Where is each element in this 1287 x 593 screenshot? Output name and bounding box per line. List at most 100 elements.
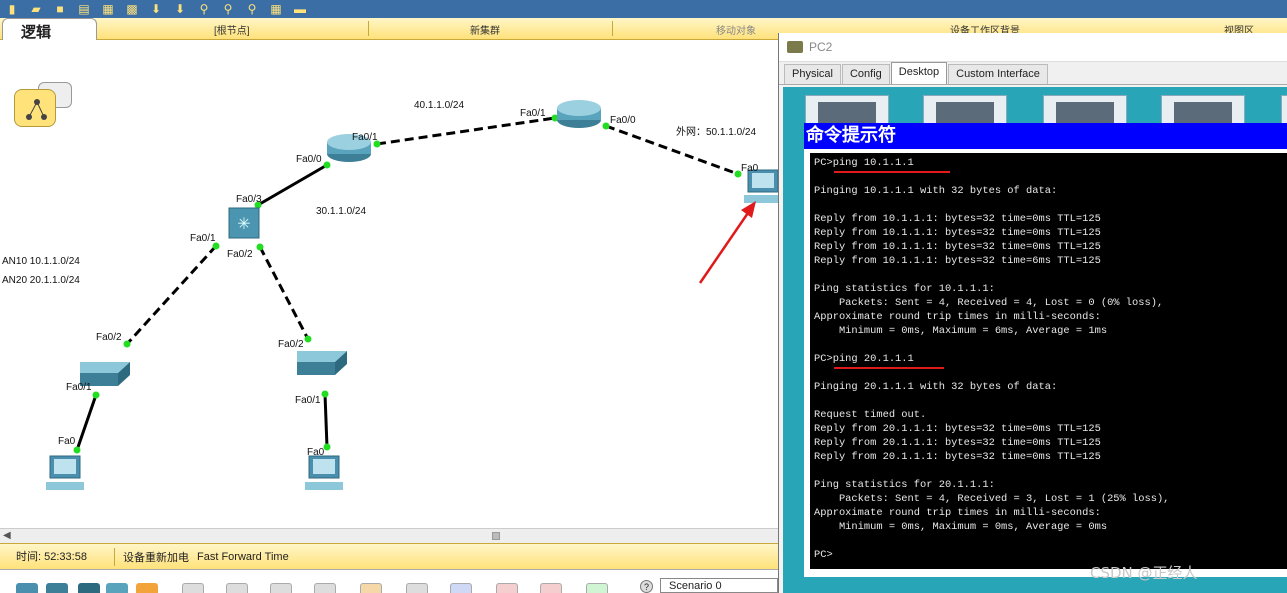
link-sw1-pc1 — [75, 394, 98, 451]
pc2-title: PC2 — [809, 40, 833, 54]
logical-tab[interactable]: 逻辑 — [2, 18, 97, 41]
port-label: Fa0/3 — [236, 194, 262, 205]
annotation-arrow-icon — [698, 201, 756, 284]
port-label: Fa0/1 — [66, 382, 92, 393]
router-core-icon — [557, 100, 601, 128]
zoom-in-icon[interactable]: ⚲ — [194, 1, 214, 17]
scroll-left-icon[interactable]: ◀ — [3, 530, 11, 541]
palette-icon[interactable]: ▦ — [266, 1, 286, 17]
topology-canvas[interactable]: ✳ 40.1.1.0/24 30.1.1.0/24 外网：50.1.1.0/24… — [0, 40, 778, 528]
pc-2-icon — [305, 455, 343, 490]
cmd-line: Ping statistics for 10.1.1.1: — [814, 283, 995, 295]
command-prompt-output[interactable]: PC>ping 10.1.1.1 Pinging 10.1.1.1 with 32… — [810, 153, 1287, 569]
zoom-out-icon[interactable]: ⚲ — [242, 1, 262, 17]
cmd-line: PC> — [814, 549, 833, 561]
horizontal-scrollbar[interactable]: ◀ — [0, 528, 778, 543]
pc2-window: PC2 Physical Config Desktop Custom Inter… — [778, 33, 1287, 593]
cmd-line: Reply from 10.1.1.1: bytes=32 time=0ms T… — [814, 241, 1101, 253]
pc-external-icon — [744, 169, 778, 203]
new-cluster-button[interactable]: 新集群 — [470, 22, 500, 37]
port-label: Fa0 — [307, 447, 325, 458]
desktop-app-icon[interactable] — [1281, 95, 1287, 125]
desktop-app-icon[interactable] — [923, 95, 1007, 125]
tab-custom-interface[interactable]: Custom Interface — [948, 64, 1048, 84]
help-icon[interactable]: ? — [640, 580, 653, 593]
network-info-icon[interactable]: ▩ — [122, 1, 142, 17]
cmd-line: Reply from 20.1.1.1: bytes=32 time=0ms T… — [814, 451, 1101, 463]
desktop-app-icon[interactable] — [1043, 95, 1127, 125]
cmd-line: Ping statistics for 20.1.1.1: — [814, 479, 995, 491]
device-slot-icon[interactable] — [314, 583, 336, 593]
network-30-label: 30.1.1.0/24 — [316, 206, 366, 217]
device-slot-icon[interactable] — [226, 583, 248, 593]
device-slot-icon[interactable] — [586, 583, 608, 593]
scenario-select[interactable]: Scenario 0 — [660, 578, 778, 593]
link-ml-switch-router — [257, 163, 328, 207]
vlan10-label: AN10 10.1.1.0/24 — [2, 256, 80, 267]
pc-1-icon — [46, 455, 84, 490]
link-ml-sw2 — [258, 246, 310, 340]
tab-config[interactable]: Config — [841, 64, 890, 84]
wireless-category-icon[interactable] — [106, 583, 128, 593]
pc-icon — [787, 41, 803, 53]
link-sw2-pc2 — [323, 393, 329, 448]
port-label: Fa0/2 — [278, 339, 304, 350]
switches-category-icon[interactable] — [46, 583, 68, 593]
device-slot-icon[interactable] — [406, 583, 428, 593]
cmd-line: Packets: Sent = 4, Received = 4, Lost = … — [814, 297, 1164, 309]
cmd-line: Packets: Sent = 4, Received = 3, Lost = … — [814, 493, 1170, 505]
fast-forward-button[interactable]: Fast Forward Time — [189, 551, 289, 563]
scroll-thumb[interactable] — [492, 532, 500, 540]
save-icon[interactable]: ■ — [50, 1, 70, 17]
logical-view-icon[interactable] — [14, 89, 56, 127]
cmd-line: Request timed out. — [814, 409, 927, 421]
new-file-icon[interactable]: ▮ — [2, 1, 22, 17]
device-slot-icon[interactable] — [270, 583, 292, 593]
device-slot-icon[interactable] — [540, 583, 562, 593]
multilayer-switch-icon: ✳ — [228, 207, 260, 239]
desktop-app-icon[interactable] — [805, 95, 889, 125]
cmd-line: Approximate round trip times in milli-se… — [814, 311, 1101, 323]
port-label: Fa0/2 — [96, 332, 122, 343]
device-slot-icon[interactable] — [360, 583, 382, 593]
port-label: Fa0/1 — [190, 233, 216, 244]
device-slot-icon[interactable] — [450, 583, 472, 593]
tab-desktop[interactable]: Desktop — [890, 62, 948, 84]
paste-icon[interactable]: ⬇ — [170, 1, 190, 17]
device-slot-icon[interactable] — [496, 583, 518, 593]
port-label: Fa0/1 — [520, 108, 546, 119]
cmd-line — [814, 534, 1287, 548]
port-label: Fa0/0 — [296, 154, 322, 165]
svg-text:✳: ✳ — [237, 216, 250, 233]
custom-device-icon[interactable]: ▬ — [290, 1, 310, 17]
cmd-line: Reply from 10.1.1.1: bytes=32 time=0ms T… — [814, 213, 1101, 225]
zoom-reset-icon[interactable]: ⚲ — [218, 1, 238, 17]
power-cycle-button[interactable]: 设备重新加电 — [115, 549, 189, 565]
print-icon[interactable]: ▤ — [74, 1, 94, 17]
status-bar: 时间: 52:33:58 设备重新加电 Fast Forward Time — [0, 543, 778, 569]
vlan20-label: AN20 20.1.1.0/24 — [2, 275, 80, 286]
network-40-label: 40.1.1.0/24 — [414, 100, 464, 111]
hubs-category-icon[interactable] — [78, 583, 100, 593]
connections-category-icon[interactable] — [136, 583, 158, 593]
activity-wizard-icon[interactable]: ▦ — [98, 1, 118, 17]
cmd-line: Reply from 10.1.1.1: bytes=32 time=6ms T… — [814, 255, 1101, 267]
desktop-app-icon[interactable] — [1161, 95, 1245, 125]
command-prompt-window: 命令提示符 PC>ping 10.1.1.1 Pinging 10.1.1.1 w… — [804, 123, 1287, 577]
move-object-button[interactable]: 移动对象 — [716, 22, 756, 37]
tab-physical[interactable]: Physical — [784, 64, 841, 84]
port-label: Fa0/1 — [295, 395, 321, 406]
cmd-line — [814, 268, 1287, 282]
device-slot-icon[interactable] — [182, 583, 204, 593]
sim-time: 时间: 52:33:58 — [0, 547, 115, 566]
main-toolbar: ▮ ▰ ■ ▤ ▦ ▩ ⬇ ⬇ ⚲ ⚲ ⚲ ▦ ▬ — [0, 0, 1287, 18]
pc2-titlebar[interactable]: PC2 — [779, 33, 1287, 62]
cmd-line: Reply from 10.1.1.1: bytes=32 time=0ms T… — [814, 227, 1101, 239]
copy-icon[interactable]: ⬇ — [146, 1, 166, 17]
watermark: CSDN @正经人 — [1090, 564, 1198, 582]
root-node-label[interactable]: [根节点] — [214, 22, 250, 37]
open-folder-icon[interactable]: ▰ — [26, 1, 46, 17]
routers-category-icon[interactable] — [16, 583, 38, 593]
cmd-line: Approximate round trip times in milli-se… — [814, 507, 1101, 519]
cmd-line — [814, 198, 1287, 212]
